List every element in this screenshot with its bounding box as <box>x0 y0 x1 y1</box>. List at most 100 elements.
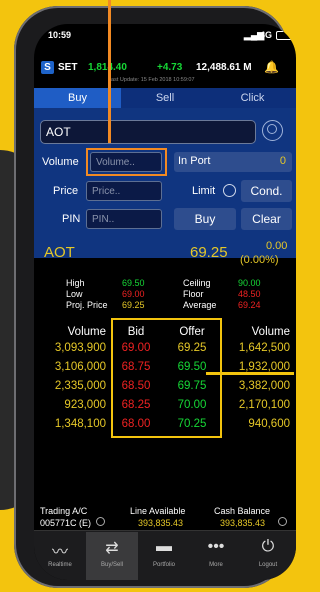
book-row: 3,106,000 68.75 69.50 1,932,000 <box>34 361 296 380</box>
bid-price: 68.00 <box>121 418 151 430</box>
floor-label: Floor <box>183 289 204 299</box>
bid-volume: 1,348,100 <box>54 418 106 430</box>
low-value: 69.00 <box>122 289 145 299</box>
folder-icon: ▬ <box>156 538 172 555</box>
pin-placeholder: PIN.. <box>92 214 115 225</box>
ceiling-value: 90.00 <box>238 278 261 288</box>
bid-volume: 2,335,000 <box>54 380 106 392</box>
low-label: Low <box>66 289 83 299</box>
offer-volume: 1,642,500 <box>238 342 290 354</box>
book-header-bid-volume: Volume <box>67 326 106 338</box>
inport-value: 0 <box>279 155 286 167</box>
quote-change: 0.00 <box>266 240 288 252</box>
offer-volume: 940,600 <box>248 418 290 430</box>
offer-volume: 3,382,000 <box>238 380 290 392</box>
limit-label: Limit <box>192 185 216 197</box>
price-input[interactable]: Price.. <box>86 181 162 201</box>
account-select-icon[interactable] <box>96 517 105 526</box>
quote-symbol: AOT <box>44 244 75 261</box>
status-network: 4G <box>260 30 273 40</box>
price-placeholder: Price.. <box>92 186 121 197</box>
power-icon: ⏻ <box>261 538 275 555</box>
nav-more[interactable]: ••• More <box>190 532 242 580</box>
bid-price: 69.00 <box>121 342 151 354</box>
trading-label: Trading A/C <box>40 506 88 516</box>
proj-value: 69.25 <box>122 300 145 310</box>
high-value: 69.50 <box>122 278 145 288</box>
ceiling-label: Ceiling <box>183 278 211 288</box>
trading-value: 005771C (E) <box>40 518 92 528</box>
line-value: 393,835.43 <box>138 518 184 528</box>
search-icon <box>267 124 277 134</box>
book-header-offer-volume: Volume <box>251 326 290 338</box>
symbol-value: AOT <box>46 125 71 139</box>
notification-icon[interactable]: 🔔 <box>264 60 279 74</box>
offer-price: 69.25 <box>177 342 207 354</box>
line-label: Line Available <box>130 506 186 516</box>
bid-price: 68.75 <box>121 361 151 373</box>
bid-volume: 3,093,900 <box>54 342 106 354</box>
last-update: Last Update: 15 Feb 2018 10:59:07 <box>108 77 195 83</box>
average-label: Average <box>183 300 217 310</box>
tab-sell[interactable]: Sell <box>121 88 209 108</box>
transfer-icon: ⇄ <box>105 540 119 557</box>
search-button[interactable] <box>262 120 283 141</box>
trade-tabs: Buy Sell Click <box>34 88 296 108</box>
callout-line-volume <box>108 0 111 143</box>
quote-price: 69.25 <box>190 244 228 261</box>
floor-value: 48.50 <box>238 289 261 299</box>
nav-portfolio[interactable]: ▬ Portfolio <box>138 532 190 580</box>
quote-change-pct: (0.00%) <box>240 254 279 266</box>
offer-price: 70.25 <box>177 418 207 430</box>
nav-label: More <box>209 562 223 568</box>
nav-label: Portfolio <box>152 562 175 568</box>
nav-logout[interactable]: ⏻ Logout <box>242 532 294 580</box>
nav-buysell[interactable]: ⇄ Buy/Sell <box>86 532 138 580</box>
cash-label: Cash Balance <box>214 506 271 516</box>
more-icon: ••• <box>207 538 225 555</box>
bid-price: 68.50 <box>121 380 151 392</box>
volume-input[interactable]: Volume.. <box>90 152 162 172</box>
bid-volume: 923,000 <box>64 399 106 411</box>
nav-realtime[interactable]: 〰 Realtime <box>34 532 86 580</box>
volume-placeholder: Volume.. <box>96 157 135 168</box>
proj-label: Proj. Price <box>66 300 108 310</box>
app-screen: 10:59 ▂▄▆ 4G S SET 1,814.40 +4.73 12,488… <box>34 24 296 580</box>
status-time: 10:59 <box>48 30 72 40</box>
bid-volume: 3,106,000 <box>54 361 106 373</box>
book-row: 3,093,900 69.00 69.25 1,642,500 <box>34 342 296 361</box>
cash-value: 393,835.43 <box>220 518 266 528</box>
book-row: 923,000 68.25 70.00 2,170,100 <box>34 399 296 418</box>
cond-button[interactable]: Cond. <box>241 180 292 202</box>
book-row: 1,348,100 68.00 70.25 940,600 <box>34 418 296 437</box>
offer-price: 69.75 <box>177 380 207 392</box>
clear-button[interactable]: Clear <box>241 208 292 230</box>
limit-toggle-icon[interactable] <box>223 184 236 197</box>
ticker-value: 12,488.61 M <box>196 62 252 73</box>
set-logo-icon: S <box>41 61 54 74</box>
offer-volume: 2,170,100 <box>238 399 290 411</box>
order-book: 3,093,900 69.00 69.25 1,642,500 3,106,00… <box>34 342 296 437</box>
ticker-change: +4.73 <box>157 62 183 73</box>
nav-label: Realtime <box>48 562 72 568</box>
buy-button[interactable]: Buy <box>174 208 236 230</box>
book-row: 2,335,000 68.50 69.75 3,382,000 <box>34 380 296 399</box>
average-value: 69.24 <box>238 300 261 310</box>
nav-label: Buy/Sell <box>100 562 123 568</box>
tab-click[interactable]: Click <box>209 88 296 108</box>
pin-label: PIN <box>62 213 81 225</box>
high-label: High <box>66 278 85 288</box>
chart-icon: 〰 <box>51 544 68 561</box>
index-ticker: S SET 1,814.40 +4.73 12,488.61 M 🔔 Last … <box>34 58 296 86</box>
refresh-icon[interactable] <box>278 517 287 526</box>
ticker-label: SET <box>58 62 78 73</box>
volume-label: Volume <box>42 156 79 168</box>
price-label: Price <box>53 185 79 197</box>
symbol-input[interactable]: AOT <box>40 120 256 144</box>
offer-price: 70.00 <box>177 399 207 411</box>
bid-price: 68.25 <box>121 399 151 411</box>
nav-label: Logout <box>258 562 278 568</box>
phone-frame: 10:59 ▂▄▆ 4G S SET 1,814.40 +4.73 12,488… <box>14 6 296 588</box>
pin-input[interactable]: PIN.. <box>86 209 162 229</box>
inport-box: In Port 0 <box>174 152 292 172</box>
